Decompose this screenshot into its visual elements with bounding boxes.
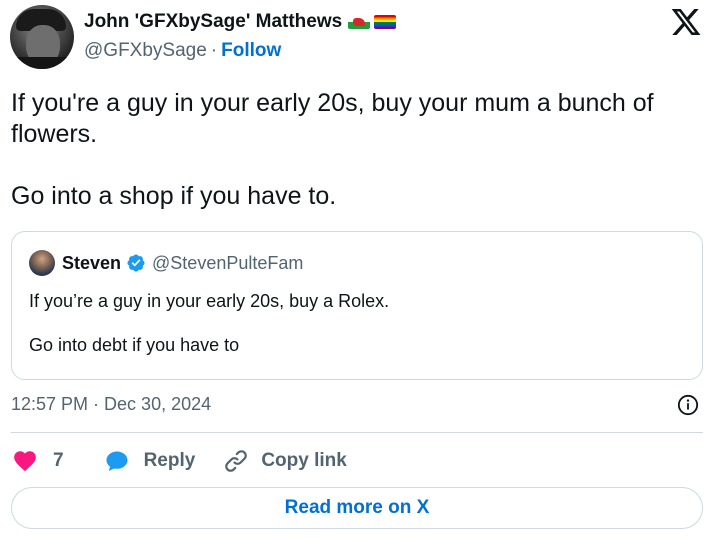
wales-flag-icon [348,15,371,29]
copy-link-label: Copy link [261,450,347,471]
action-bar: 7 Reply Copy link [11,446,347,476]
follow-button[interactable]: Follow [221,40,281,62]
heart-icon [14,451,36,472]
quoted-author-row: Steven @StevenPulteFam [62,251,303,275]
quoted-author-name: Steven [62,252,122,273]
handle-separator: · [210,40,218,61]
rainbow-flag-icon [374,15,397,29]
link-icon [225,450,248,472]
info-icon[interactable] [677,394,699,416]
read-more-button[interactable]: Read more on X [11,487,703,529]
quoted-author-avatar [29,250,55,276]
tweet-timestamp[interactable]: 12:57 PM · Dec 30, 2024 [11,394,211,415]
quoted-paragraph: If you’re a guy in your early 20s, buy a… [29,291,390,311]
reply-label: Reply [143,450,196,471]
like-count: 7 [53,450,64,471]
author-handle-row: @GFXbySage · Follow [84,40,281,62]
quoted-author-handle: @StevenPulteFam [152,252,304,273]
author-display-name[interactable]: John 'GFXbySage' Matthews [84,11,342,33]
tweet-text: If you're a guy in your early 20s, buy y… [11,88,706,212]
author-handle[interactable]: @GFXbySage [84,40,207,62]
speech-bubble-icon [106,451,128,471]
quoted-paragraph: Go into debt if you have to [29,335,240,355]
tweet-paragraph: If you're a guy in your early 20s, buy y… [11,89,654,148]
verified-badge-icon [127,254,145,272]
reply-button[interactable]: Reply [104,449,196,473]
read-more-label: Read more on X [284,497,430,518]
quoted-tweet-card[interactable]: Steven @StevenPulteFam If you’re a guy i… [11,231,703,380]
divider [11,432,703,433]
x-logo-icon[interactable] [670,6,702,38]
author-name-row: John 'GFXbySage' Matthews [84,10,397,34]
quoted-tweet-text: If you’re a guy in your early 20s, buy a… [29,289,389,357]
author-avatar[interactable] [10,5,74,69]
avatar-shoulder [10,57,74,69]
copy-link-button[interactable]: Copy link [223,448,347,474]
tweet-paragraph: Go into a shop if you have to. [11,182,337,210]
like-button[interactable]: 7 [11,448,64,474]
